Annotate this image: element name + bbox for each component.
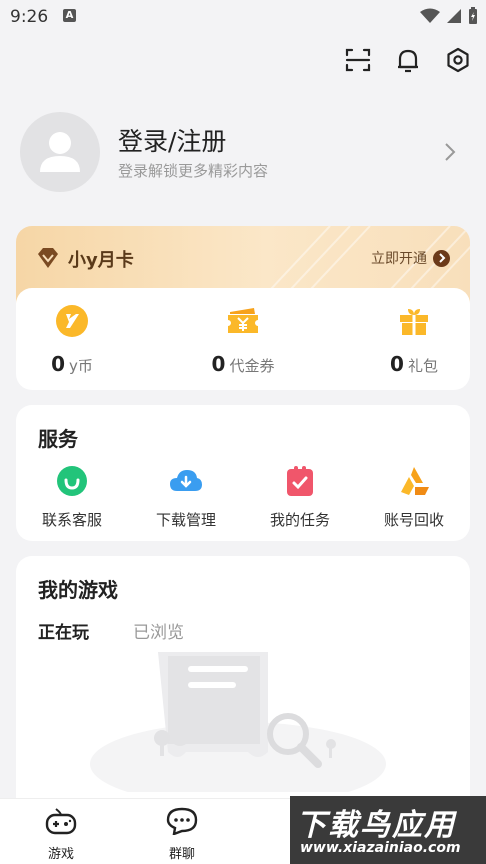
wifi-icon (420, 8, 440, 23)
service-my-tasks[interactable]: 我的任务 (250, 465, 350, 530)
vip-card-title: 小y月卡 (68, 250, 134, 271)
top-actions (344, 46, 472, 74)
service-label: 我的任务 (269, 511, 330, 529)
gear-icon[interactable] (444, 46, 472, 74)
download-cloud-icon (170, 470, 202, 491)
services-panel: 服务 联系客服 下载管理 我的任务 账号回收 (16, 405, 470, 541)
arrow-right-icon (433, 249, 450, 267)
gift-count: 0 (390, 352, 404, 376)
voucher-count: 0 (211, 352, 226, 376)
nav-label-chat: 群聊 (168, 847, 195, 862)
nav-item-games[interactable]: 游戏 (21, 807, 101, 862)
chat-icon (166, 807, 198, 836)
scan-icon[interactable] (344, 46, 372, 74)
voucher-icon (228, 308, 258, 333)
tab-playing[interactable]: 正在玩 (38, 618, 89, 643)
voucher-unit: 代金券 (229, 357, 275, 375)
status-time: 9:26 (10, 7, 49, 27)
status-indicators (420, 7, 478, 25)
battery-icon (469, 7, 477, 24)
nav-label-games: 游戏 (47, 847, 74, 862)
bell-icon[interactable] (394, 46, 422, 74)
y-coin-icon (56, 305, 88, 337)
watermark-text: 下载鸟应用 (296, 808, 456, 843)
wallet-item-voucher[interactable]: 0 代金券 (183, 304, 303, 376)
avatar[interactable] (20, 112, 100, 192)
task-clipboard-icon (287, 466, 313, 496)
notification-app-icon: A (63, 9, 76, 22)
empty-state-illustration (90, 652, 386, 792)
ycoin-unit: y币 (69, 357, 93, 375)
login-register-title[interactable]: 登录/注册 (118, 122, 226, 158)
wallet-item-ycoin[interactable]: 0 y币 (12, 304, 132, 376)
service-label: 账号回收 (383, 511, 444, 529)
wallet-panel: 0 y币 0 代金券 0 礼包 (16, 288, 470, 390)
my-games-title: 我的游戏 (38, 578, 118, 602)
diamond-icon (38, 248, 58, 268)
recycle-icon (401, 467, 429, 495)
watermark-url: www.xiazainiao.com (300, 840, 461, 856)
customer-service-icon (57, 466, 87, 496)
profile-login[interactable]: 登录/注册 登录解锁更多精彩内容 (20, 112, 466, 194)
gift-unit: 礼包 (407, 357, 438, 375)
watermark-overlay: 下载鸟应用 www.xiazainiao.com (290, 796, 486, 864)
service-download-manager[interactable]: 下载管理 (136, 465, 236, 530)
my-games-tabs: 正在玩 已浏览 (38, 618, 184, 643)
wallet-item-gift[interactable]: 0 礼包 (354, 304, 474, 376)
login-subtitle: 登录解锁更多精彩内容 (118, 162, 269, 180)
services-title: 服务 (38, 427, 78, 451)
gift-icon (400, 309, 428, 335)
service-contact-support[interactable]: 联系客服 (22, 465, 122, 530)
service-account-recycle[interactable]: 账号回收 (364, 465, 464, 530)
status-bar: 9:26 A (0, 0, 486, 34)
chevron-right-icon[interactable] (444, 142, 456, 162)
nav-item-chat[interactable]: 群聊 (142, 807, 222, 862)
service-label: 联系客服 (41, 511, 102, 529)
tab-browsed[interactable]: 已浏览 (133, 618, 184, 643)
service-label: 下载管理 (155, 511, 216, 529)
open-now-label: 立即开通 (371, 251, 427, 267)
gamepad-icon (45, 808, 77, 835)
open-now-button[interactable]: 立即开通 (371, 248, 450, 268)
ycoin-count: 0 (51, 352, 66, 376)
signal-icon (447, 9, 461, 23)
